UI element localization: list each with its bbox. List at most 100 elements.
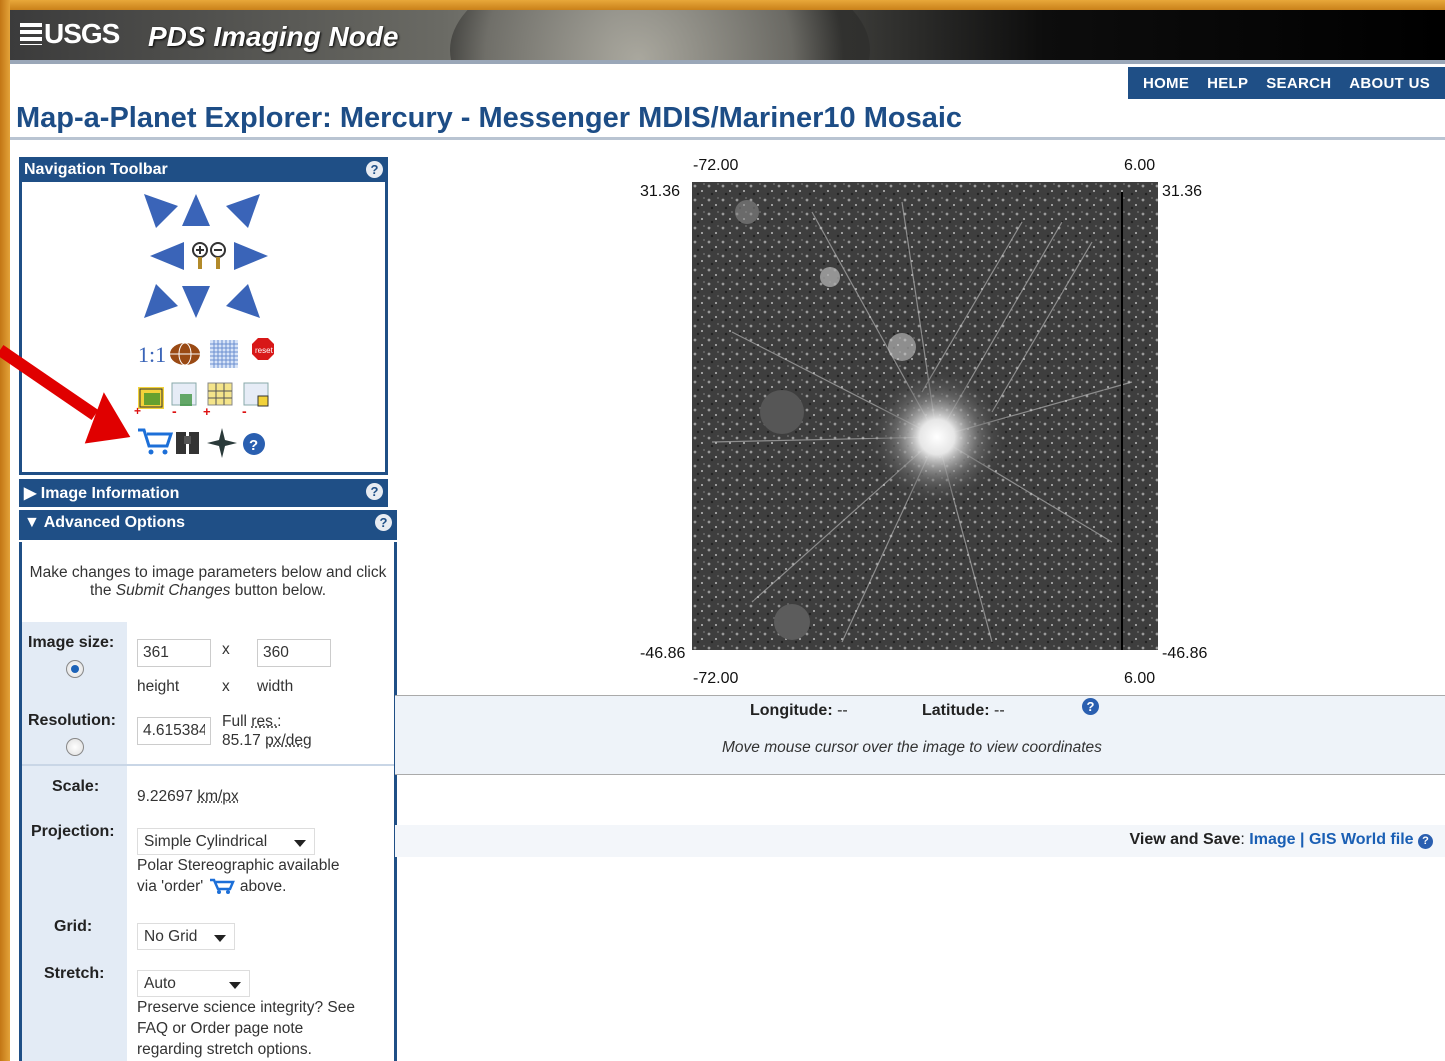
width-input[interactable] xyxy=(257,639,331,667)
pan-west-icon[interactable] xyxy=(150,242,184,270)
left-bottom-latitude: -46.86 xyxy=(640,645,686,662)
scale-value: 9.22697 km/px xyxy=(137,788,239,805)
advanced-options-header[interactable]: ▼ Advanced Options ? xyxy=(19,510,397,540)
row-divider xyxy=(22,764,394,766)
height-label: height xyxy=(137,678,180,695)
longitude-readout: Longitude: -- xyxy=(750,702,848,719)
pan-northwest-icon[interactable] xyxy=(144,194,178,228)
nav-about-link[interactable]: ABOUT US xyxy=(1349,75,1430,92)
cart-icon[interactable] xyxy=(208,877,236,895)
pan-south-icon[interactable] xyxy=(182,286,210,318)
grid-icon[interactable] xyxy=(210,340,238,368)
navigation-toolbar-header[interactable]: Navigation Toolbar ? xyxy=(19,157,388,183)
pan-north-icon[interactable] xyxy=(182,194,210,226)
logo-text: USGS xyxy=(44,18,120,49)
left-top-latitude: 31.36 xyxy=(640,183,681,200)
grid-plus-icon[interactable]: + xyxy=(203,382,233,419)
reset-icon[interactable]: reset xyxy=(252,338,274,360)
view-save-bar: View and Save: Image | GIS World file ? xyxy=(395,825,1445,857)
image-size-radio[interactable] xyxy=(66,660,84,678)
usgs-logo[interactable]: USGS xyxy=(20,18,120,50)
top-left-longitude: -72.00 xyxy=(693,157,739,174)
page-title: Map-a-Planet Explorer: Mercury - Messeng… xyxy=(16,102,963,134)
svg-text:+: + xyxy=(203,404,211,419)
grid-label: Grid: xyxy=(54,918,93,935)
resolution-input[interactable] xyxy=(137,717,211,745)
pan-southeast-icon[interactable] xyxy=(226,284,260,318)
zoom-in-icon[interactable] xyxy=(192,242,208,269)
bottom-left-longitude: -72.00 xyxy=(693,670,739,687)
nav-search-link[interactable]: SEARCH xyxy=(1266,75,1331,92)
height-input[interactable] xyxy=(137,639,211,667)
globe-icon[interactable] xyxy=(170,342,200,366)
svg-text:-: - xyxy=(172,403,177,419)
full-resolution-text: Full res.: 85.17 px/deg xyxy=(222,713,312,749)
mercury-surface-graphic xyxy=(692,182,1158,650)
gis-world-file-link[interactable]: GIS World file xyxy=(1309,831,1414,848)
stretch-label: Stretch: xyxy=(44,965,105,982)
banner-planet-image xyxy=(450,10,870,60)
svg-text:-: - xyxy=(242,403,247,419)
collapse-triangle-icon: ▼ xyxy=(24,514,44,531)
pan-east-icon[interactable] xyxy=(234,242,268,270)
advanced-help-icon[interactable]: ? xyxy=(375,514,392,531)
zoom-out-icon[interactable] xyxy=(210,242,226,269)
resolution-label: Resolution: xyxy=(28,712,116,729)
stretch-select[interactable]: Auto xyxy=(137,970,250,997)
view-save-help-icon[interactable]: ? xyxy=(1418,834,1433,849)
latitude-readout: Latitude: -- xyxy=(922,702,1005,719)
nav-home-link[interactable]: HOME xyxy=(1143,75,1189,92)
stretch-note: Preserve science integrity? See FAQ or O… xyxy=(137,999,355,1058)
banner-title: PDS Imaging Node xyxy=(148,21,399,52)
advanced-options-title: Advanced Options xyxy=(43,514,186,531)
image-info-help-icon[interactable]: ? xyxy=(366,483,383,500)
help-icon[interactable]: ? xyxy=(243,433,265,455)
times-symbol: x xyxy=(222,641,230,658)
projection-label: Projection: xyxy=(31,823,115,840)
coordinates-bar: Longitude: -- Latitude: -- ? Move mouse … xyxy=(395,696,1445,774)
projection-select[interactable]: Simple Cylindrical xyxy=(137,828,315,855)
toolbar-help-icon[interactable]: ? xyxy=(366,161,383,178)
grid-select[interactable]: No Grid xyxy=(137,923,235,950)
red-annotation-arrow xyxy=(0,345,131,444)
view-save-links: View and Save: Image | GIS World file ? xyxy=(1130,831,1433,849)
scale-label: Scale: xyxy=(52,778,100,795)
shrink-grid-icon[interactable]: - xyxy=(171,382,197,419)
pan-southwest-icon[interactable] xyxy=(144,284,178,318)
grid-minus-icon[interactable]: - xyxy=(242,382,269,419)
view-save-label: View and Save xyxy=(1129,831,1241,848)
navigation-toolbar-title: Navigation Toolbar xyxy=(24,161,168,178)
right-bottom-latitude: -46.86 xyxy=(1162,645,1208,662)
page: USGS PDS Imaging Node HOME HELP SEARCH A… xyxy=(10,10,1445,1061)
compass-icon[interactable] xyxy=(207,428,237,458)
image-size-label: Image size: xyxy=(28,634,115,651)
svg-text:reset: reset xyxy=(255,346,274,355)
image-information-header[interactable]: ▶ Image Information ? xyxy=(19,479,388,507)
mercury-map-image[interactable] xyxy=(692,182,1158,650)
top-right-longitude: 6.00 xyxy=(1124,157,1156,174)
image-link[interactable]: Image xyxy=(1249,831,1295,848)
coords-help-icon[interactable]: ? xyxy=(1082,698,1099,715)
advanced-options-panel: Make changes to image parameters below a… xyxy=(19,542,397,1061)
nav-help-link[interactable]: HELP xyxy=(1207,75,1248,92)
coords-bottom-divider xyxy=(395,774,1445,775)
banner-divider xyxy=(10,60,1445,64)
bottom-right-longitude: 6.00 xyxy=(1124,670,1156,687)
expand-triangle-icon: ▶ xyxy=(24,485,41,502)
pan-northeast-icon[interactable] xyxy=(226,194,260,228)
binoculars-icon[interactable] xyxy=(176,432,199,454)
usgs-bars-icon xyxy=(20,23,42,45)
chevron-down-icon xyxy=(214,935,226,942)
window-frame-left xyxy=(0,0,10,1061)
site-banner: USGS PDS Imaging Node xyxy=(10,10,1445,60)
link-separator: | xyxy=(1300,831,1305,848)
resolution-radio[interactable] xyxy=(66,738,84,756)
svg-text:?: ? xyxy=(249,437,258,454)
window-frame-top xyxy=(0,0,1445,10)
times-symbol-2: x xyxy=(222,678,230,695)
title-divider xyxy=(10,137,1445,140)
image-information-title: Image Information xyxy=(40,485,180,502)
labels-column xyxy=(22,622,127,1061)
full-res-link[interactable]: res. xyxy=(251,713,277,730)
projection-note: Polar Stereographic available via 'order… xyxy=(137,857,340,895)
